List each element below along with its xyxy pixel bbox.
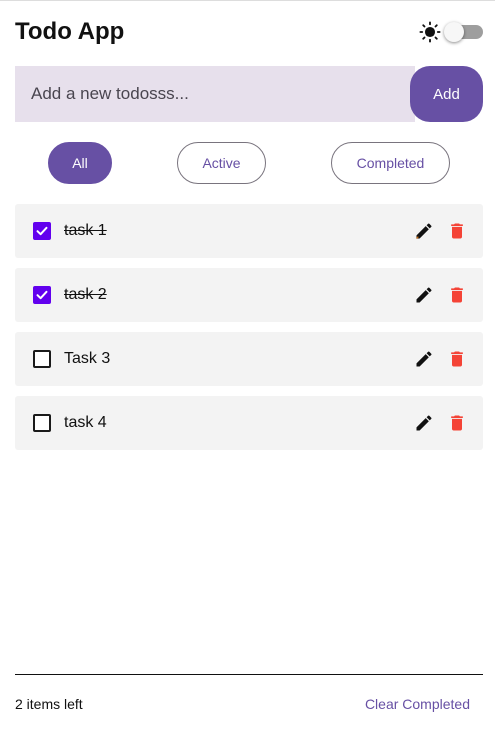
- todo-checkbox[interactable]: [33, 414, 51, 432]
- page-title: Todo App: [15, 18, 125, 45]
- pencil-icon[interactable]: [414, 349, 434, 369]
- pencil-icon[interactable]: [414, 413, 434, 433]
- clear-completed-button[interactable]: Clear Completed: [365, 696, 470, 712]
- theme-switch-knob[interactable]: [444, 22, 464, 42]
- todo-text: task 4: [64, 414, 107, 431]
- todo-item: task 2: [15, 268, 483, 322]
- trash-icon[interactable]: [447, 221, 467, 241]
- todo-text: task 2: [64, 286, 107, 303]
- add-todo-form: Add: [15, 66, 483, 122]
- check-icon: [36, 290, 48, 300]
- todo-checkbox[interactable]: [33, 350, 51, 368]
- todo-list: task 1 task 2 Task 3 task 4: [15, 204, 483, 460]
- filter-completed-button[interactable]: Completed: [331, 142, 450, 184]
- todo-text: Task 3: [64, 350, 111, 367]
- items-left-count: 2 items left: [15, 696, 83, 712]
- todo-item: task 1: [15, 204, 483, 258]
- pencil-icon[interactable]: [414, 221, 434, 241]
- trash-icon[interactable]: [447, 349, 467, 369]
- filter-all-button[interactable]: All: [48, 142, 112, 184]
- sun-icon: [419, 21, 441, 43]
- theme-toggle[interactable]: [419, 20, 483, 44]
- trash-icon[interactable]: [447, 285, 467, 305]
- pencil-icon[interactable]: [414, 285, 434, 305]
- footer-divider: [15, 674, 483, 675]
- add-button[interactable]: Add: [410, 66, 483, 122]
- trash-icon[interactable]: [447, 413, 467, 433]
- todo-item: Task 3: [15, 332, 483, 386]
- check-icon: [36, 226, 48, 236]
- todo-text: task 1: [64, 222, 107, 239]
- todo-checkbox[interactable]: [33, 222, 51, 240]
- todo-item: task 4: [15, 396, 483, 450]
- new-todo-input[interactable]: [15, 66, 415, 122]
- header: Todo App: [15, 17, 483, 47]
- todo-app: Todo App Add All: [0, 0, 495, 738]
- todo-checkbox[interactable]: [33, 286, 51, 304]
- filter-bar: All Active Completed: [0, 142, 495, 184]
- filter-active-button[interactable]: Active: [177, 142, 266, 184]
